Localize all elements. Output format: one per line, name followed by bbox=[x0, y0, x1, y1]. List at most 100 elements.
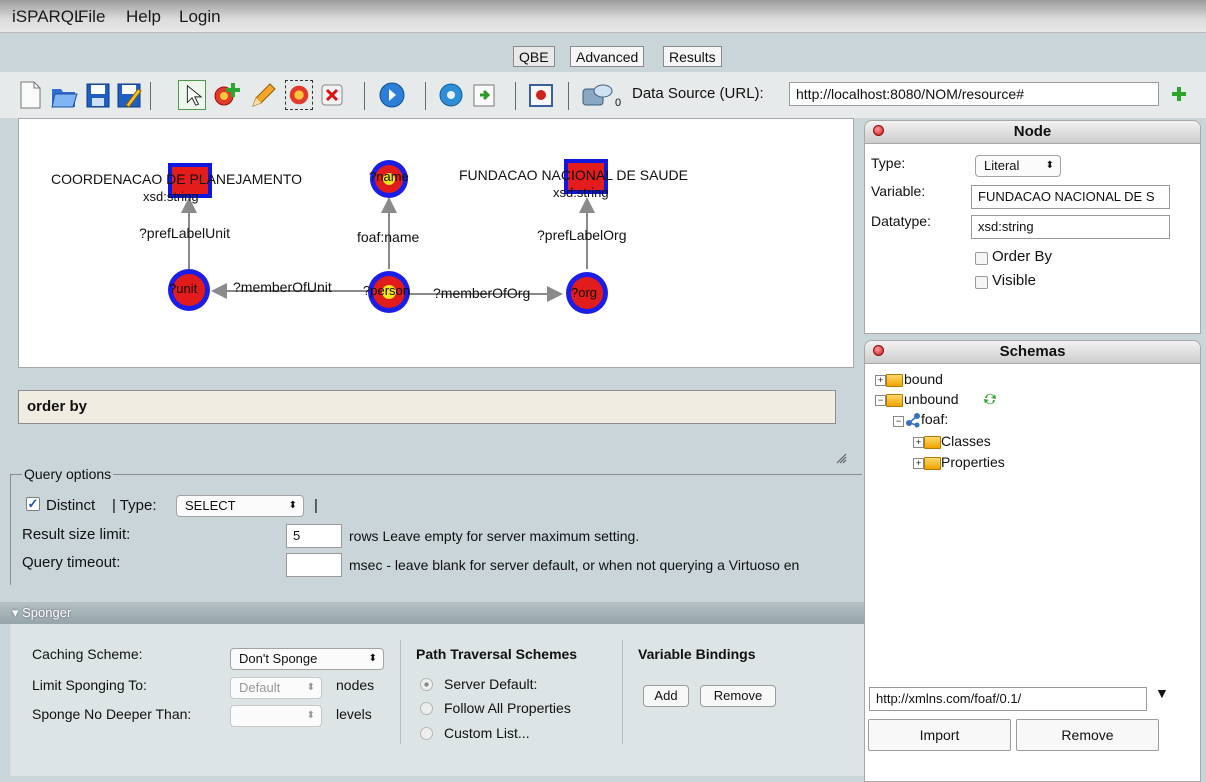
add-binding-button[interactable]: Add bbox=[643, 685, 689, 707]
toolbar-separator bbox=[568, 82, 569, 110]
datatype-field-label: Datatype: bbox=[871, 213, 931, 229]
type-pipe: | bbox=[314, 497, 318, 514]
radio-custom-list[interactable] bbox=[420, 727, 433, 740]
tab-results[interactable]: Results bbox=[663, 46, 722, 67]
schema-url-dropdown-icon[interactable]: ▼ bbox=[1155, 685, 1169, 701]
schemas-panel-title: Schemas bbox=[865, 341, 1200, 364]
sponge-depth-select[interactable]: ⬍ bbox=[230, 705, 322, 727]
qbe-graph-canvas[interactable]: COORDENACAO DE PLANEJAMENTO xsd:string F… bbox=[18, 118, 854, 368]
toolbar-separator bbox=[515, 82, 516, 110]
save-icon[interactable] bbox=[84, 80, 112, 110]
folder-icon bbox=[924, 436, 941, 449]
type-label: | Type: bbox=[112, 497, 157, 514]
variable-field-label: Variable: bbox=[871, 183, 926, 199]
collapse-icon[interactable]: − bbox=[893, 416, 904, 427]
save-as-icon[interactable] bbox=[115, 80, 143, 110]
tree-item-unbound[interactable]: unbound bbox=[904, 391, 959, 407]
close-icon[interactable] bbox=[873, 345, 884, 356]
order-by-label: Order By bbox=[992, 248, 1053, 265]
datasource-label: Data Source (URL): bbox=[632, 85, 764, 102]
delete-icon[interactable] bbox=[318, 80, 346, 110]
distinct-label: Distinct bbox=[46, 497, 96, 514]
limit-sponging-select[interactable]: Default ⬍ bbox=[230, 677, 322, 699]
edge-label-foaf-name: foaf:name bbox=[357, 229, 420, 245]
literal-text-org: FUNDACAO NACIONAL DE SAUDE bbox=[459, 167, 688, 183]
refresh-icon[interactable] bbox=[982, 391, 998, 407]
edge-label-member-of-org: ?memberOfOrg bbox=[433, 285, 531, 301]
remove-pattern-icon[interactable] bbox=[285, 80, 313, 110]
schema-url-input[interactable]: http://xmlns.com/foaf/0.1/ bbox=[869, 687, 1147, 711]
tree-item-properties[interactable]: Properties bbox=[941, 454, 1005, 470]
limit-sponging-unit: nodes bbox=[336, 677, 375, 693]
literal-type-org: xsd:string bbox=[553, 185, 609, 200]
limit-hint: rows Leave empty for server maximum sett… bbox=[349, 528, 640, 544]
datasource-url-input[interactable]: http://localhost:8080/NOM/resource# bbox=[789, 82, 1159, 106]
type-field-label: Type: bbox=[871, 155, 906, 171]
select-arrows-icon: ⬍ bbox=[306, 710, 315, 721]
node-label-unit: ?unit bbox=[169, 281, 198, 296]
close-icon[interactable] bbox=[873, 125, 884, 136]
toolbar-separator bbox=[425, 82, 426, 110]
variable-bindings-title: Variable Bindings bbox=[638, 646, 756, 662]
path-traversal-title: Path Traversal Schemes bbox=[416, 646, 578, 662]
select-arrows-icon: ⬍ bbox=[368, 653, 377, 664]
timeout-hint: msec - leave blank for server default, o… bbox=[349, 557, 800, 573]
pencil-icon[interactable] bbox=[249, 80, 277, 110]
node-label-name: ?name bbox=[369, 169, 409, 184]
tree-item-bound[interactable]: bound bbox=[904, 371, 943, 387]
expand-icon[interactable]: + bbox=[875, 375, 886, 386]
menu-app-isparql[interactable]: iSPARQL bbox=[12, 7, 84, 27]
clear-icon[interactable] bbox=[527, 80, 555, 110]
menu-login[interactable]: Login bbox=[179, 7, 221, 27]
radio-server-default[interactable] bbox=[420, 678, 433, 691]
node-type-select[interactable]: Literal ⬍ bbox=[975, 155, 1061, 177]
edge-label-member-of-unit: ?memberOfUnit bbox=[233, 279, 332, 295]
node-type-value: Literal bbox=[984, 158, 1020, 173]
literal-text-unit: COORDENACAO DE PLANEJAMENTO bbox=[51, 171, 303, 187]
caching-select[interactable]: Don't Sponge ⬍ bbox=[230, 648, 384, 670]
import-button[interactable]: Import bbox=[868, 719, 1011, 751]
select-arrows-icon: ⬍ bbox=[306, 682, 315, 693]
add-node-icon[interactable] bbox=[212, 80, 240, 110]
limit-sponging-label: Limit Sponging To: bbox=[32, 677, 147, 693]
radio-follow-all[interactable] bbox=[420, 702, 433, 715]
select-arrows-icon: ⬍ bbox=[288, 500, 297, 511]
query-options-legend: Query options bbox=[22, 466, 114, 482]
limit-input[interactable]: 5 bbox=[286, 524, 342, 548]
order-by-bar[interactable]: order by bbox=[18, 390, 836, 424]
query-type-select[interactable]: SELECT ⬍ bbox=[176, 495, 304, 517]
import-icon[interactable] bbox=[470, 80, 498, 110]
node-panel: Node Type: Literal ⬍ Variable: FUNDACAO N… bbox=[864, 120, 1201, 334]
schemas-panel: Schemas + bound − unbound − foaf: + Clas… bbox=[864, 340, 1201, 782]
menu-file[interactable]: File bbox=[78, 7, 105, 27]
toolbar-separator bbox=[150, 82, 151, 110]
variable-input[interactable]: FUNDACAO NACIONAL DE S bbox=[971, 185, 1170, 209]
tab-advanced[interactable]: Advanced bbox=[570, 46, 645, 67]
caching-label: Caching Scheme: bbox=[32, 646, 143, 662]
sponger-header[interactable]: ▾ Sponger bbox=[0, 602, 864, 624]
visible-checkbox[interactable] bbox=[975, 276, 988, 289]
new-file-icon[interactable] bbox=[16, 80, 44, 110]
folder-icon bbox=[886, 394, 903, 407]
expand-icon[interactable]: + bbox=[913, 458, 924, 469]
sponge-depth-unit: levels bbox=[336, 706, 372, 722]
tree-item-classes[interactable]: Classes bbox=[941, 433, 991, 449]
datatype-input[interactable]: xsd:string bbox=[971, 215, 1170, 239]
timeout-input[interactable] bbox=[286, 553, 342, 577]
remove-binding-button[interactable]: Remove bbox=[700, 685, 776, 707]
tab-qbe[interactable]: QBE bbox=[513, 46, 555, 67]
collapse-icon[interactable]: − bbox=[875, 395, 886, 406]
resize-grip-icon[interactable] bbox=[835, 452, 847, 464]
select-arrow-icon[interactable] bbox=[178, 80, 206, 110]
menu-help[interactable]: Help bbox=[126, 7, 161, 27]
open-folder-icon[interactable] bbox=[50, 80, 78, 110]
settings-gear-icon[interactable] bbox=[437, 80, 465, 110]
expand-icon[interactable]: + bbox=[913, 437, 924, 448]
run-query-icon[interactable] bbox=[378, 80, 406, 110]
datasource-icon[interactable] bbox=[580, 80, 614, 110]
remove-button[interactable]: Remove bbox=[1016, 719, 1159, 751]
order-by-checkbox[interactable] bbox=[975, 252, 988, 265]
distinct-checkbox[interactable]: ✓ bbox=[26, 497, 40, 511]
tree-item-foaf[interactable]: foaf: bbox=[921, 411, 948, 427]
add-icon[interactable] bbox=[1171, 86, 1187, 102]
